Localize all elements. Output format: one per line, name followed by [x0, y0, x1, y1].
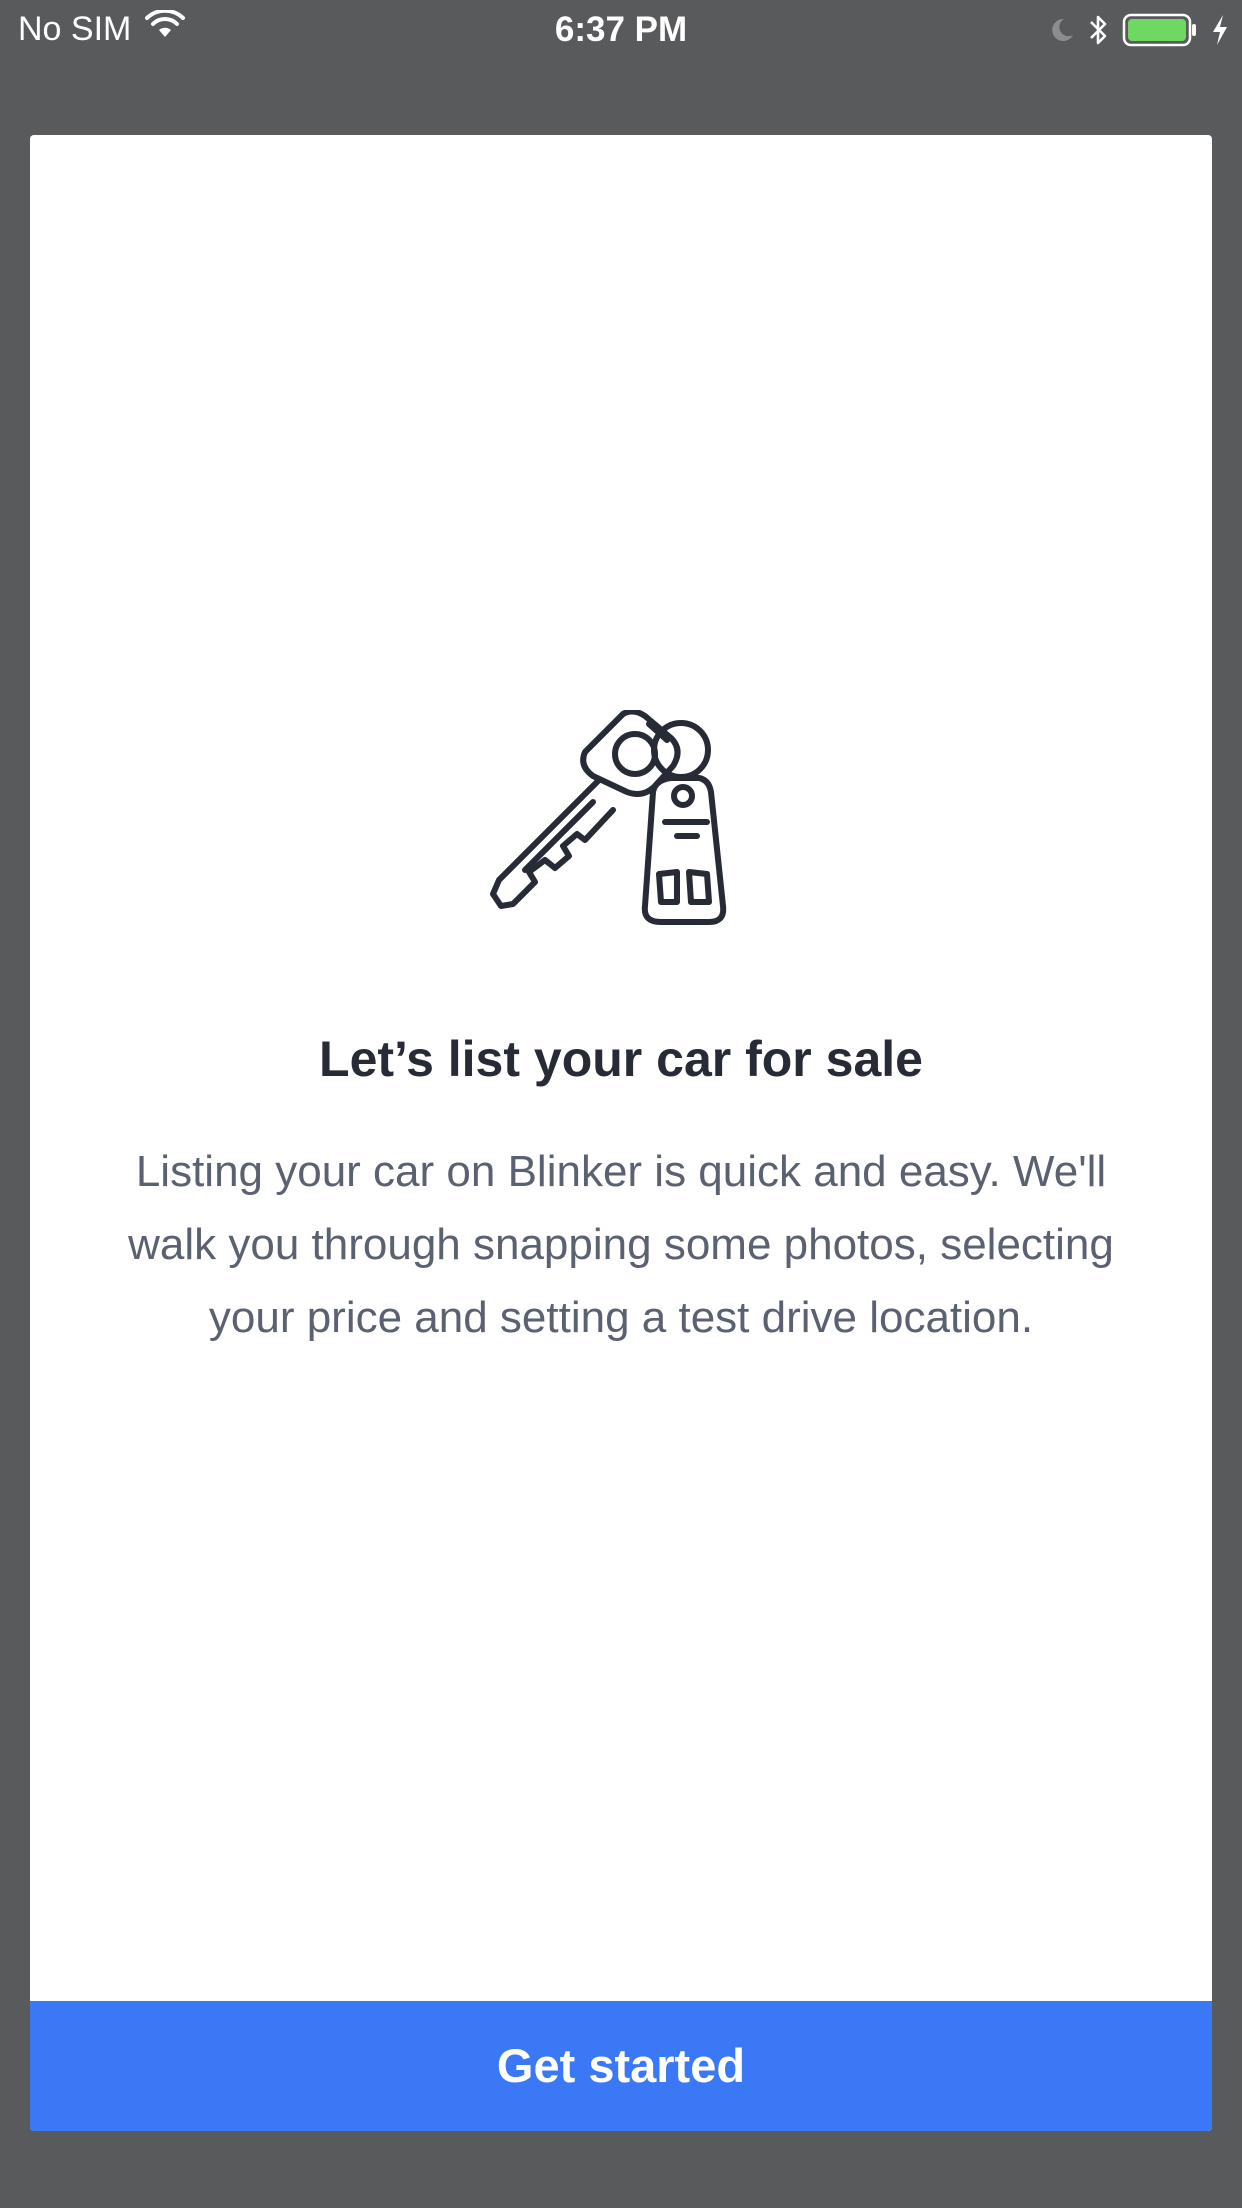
bluetooth-icon: [1088, 13, 1110, 52]
onboarding-card: Let’s list your car for sale Listing you…: [30, 135, 1212, 2131]
status-bar: No SIM 6:37 PM: [0, 0, 1242, 60]
car-keys-icon: [485, 708, 785, 950]
charging-icon: [1210, 13, 1230, 52]
moon-icon: [1046, 15, 1076, 50]
battery-icon: [1122, 12, 1198, 53]
page-title: Let’s list your car for sale: [319, 1031, 923, 1087]
status-right: [1046, 12, 1230, 53]
description-text: Listing your car on Blinker is quick and…: [128, 1147, 1114, 1342]
get-started-button[interactable]: Get started: [30, 2001, 1212, 2131]
